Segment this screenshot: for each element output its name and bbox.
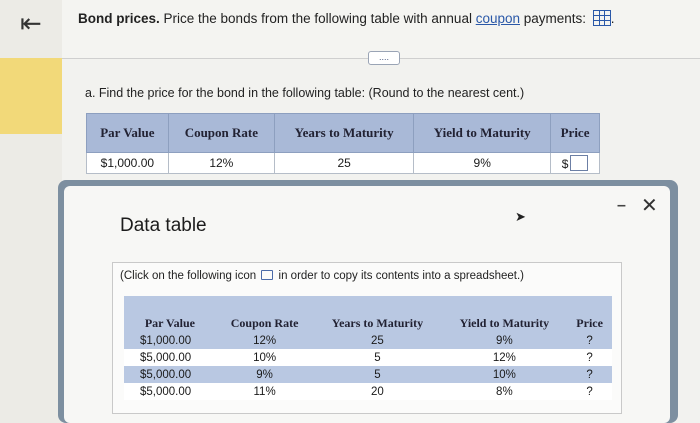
question-title-bold: Bond prices.: [78, 11, 160, 26]
highlight-tab: [0, 58, 62, 134]
dt-header-yield: Yield to Maturity: [441, 296, 568, 332]
more-button[interactable]: ....: [368, 51, 400, 65]
back-arrow-icon[interactable]: ⇤: [20, 8, 42, 39]
dt-coupon: 10%: [215, 349, 314, 366]
dt-par: $5,000.00: [124, 366, 216, 383]
dt-header-coupon-rate: Coupon Rate: [215, 296, 314, 332]
dt-coupon: 11%: [215, 383, 314, 400]
dt-coupon: 9%: [215, 366, 314, 383]
cell-years: 25: [273, 152, 415, 174]
dt-header-price: Price: [567, 296, 612, 332]
question-header: [62, 0, 700, 58]
main-bond-table: Par Value Coupon Rate Years to Maturity …: [86, 113, 600, 174]
question-text-post: payments:: [520, 11, 587, 26]
dt-coupon: 12%: [215, 332, 314, 349]
dt-yield: 8%: [441, 383, 568, 400]
table-row: $1,000.00 12% 25 9% ?: [124, 332, 612, 349]
header-par-value: Par Value: [86, 113, 169, 153]
note-pre: (Click on the following icon: [120, 270, 260, 282]
dt-header-years: Years to Maturity: [313, 296, 442, 332]
close-button[interactable]: ✕: [641, 193, 658, 218]
question-title: Bond prices. Price the bonds from the fo…: [78, 10, 615, 26]
part-a-prompt: a. Find the price for the bond in the fo…: [85, 86, 525, 100]
table-row: $5,000.00 11% 20 8% ?: [124, 383, 612, 400]
table-row: $1,000.00 12% 25 9% $: [86, 152, 600, 174]
dt-years: 20: [313, 383, 442, 400]
coupon-link[interactable]: coupon: [476, 11, 520, 26]
data-table: Par Value Coupon Rate Years to Maturity …: [124, 296, 612, 400]
price-input[interactable]: [570, 155, 589, 171]
header-coupon-rate: Coupon Rate: [167, 113, 275, 153]
dt-price: ?: [567, 383, 612, 400]
dt-par: $5,000.00: [124, 383, 216, 400]
dt-years: 5: [313, 366, 442, 383]
table-row: $5,000.00 9% 5 10% ?: [124, 366, 612, 383]
dt-price: ?: [567, 332, 612, 349]
cell-par: $1,000.00: [86, 152, 169, 174]
dt-years: 5: [313, 349, 442, 366]
table-row: $5,000.00 10% 5 12% ?: [124, 349, 612, 366]
copy-instructions: (Click on the following icon in order to…: [120, 270, 524, 282]
dt-par: $5,000.00: [124, 349, 216, 366]
header-yield-to-maturity: Yield to Maturity: [413, 113, 552, 153]
header-price: Price: [550, 113, 600, 153]
dt-par: $1,000.00: [124, 332, 216, 349]
note-post: in order to copy its contents into a spr…: [275, 270, 525, 282]
dt-yield: 10%: [441, 366, 568, 383]
dt-yield: 9%: [441, 332, 568, 349]
dt-header-par-value: Par Value: [124, 296, 216, 332]
cell-yield: 9%: [413, 152, 552, 174]
cell-coupon: 12%: [167, 152, 275, 174]
price-prefix: $: [561, 157, 569, 171]
minimize-button[interactable]: –: [617, 197, 626, 215]
cursor-icon: ➤: [515, 209, 526, 224]
dt-yield: 12%: [441, 349, 568, 366]
header-years-to-maturity: Years to Maturity: [273, 113, 415, 153]
cell-price: $: [550, 152, 600, 174]
question-text-pre: Price the bonds from the following table…: [159, 11, 476, 26]
dt-price: ?: [567, 349, 612, 366]
dialog-title: Data table: [120, 215, 207, 236]
data-table-icon[interactable]: [592, 10, 611, 26]
copy-icon[interactable]: [261, 270, 274, 280]
dt-years: 25: [313, 332, 442, 349]
dt-price: ?: [567, 366, 612, 383]
